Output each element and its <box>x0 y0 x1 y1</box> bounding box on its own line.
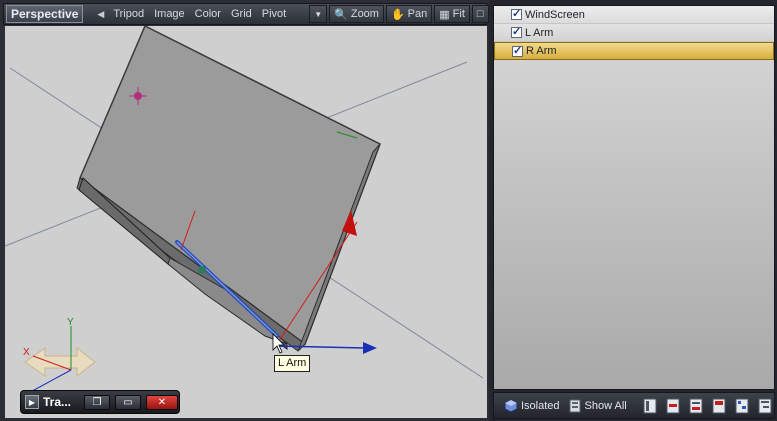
viewport-panel: Perspective ◀ Tripod Image Color Grid Pi… <box>0 0 489 421</box>
menu-pivot[interactable]: Pivot <box>257 4 291 24</box>
z-axis-arrow[interactable] <box>363 342 377 354</box>
fit-label: Fit <box>452 8 465 20</box>
restore-icon: ❐ <box>92 396 102 408</box>
menu-grid[interactable]: Grid <box>226 4 257 24</box>
maximize-icon: ▭ <box>123 396 133 408</box>
gizmo-x-label: X <box>23 347 30 358</box>
z-axis-line <box>276 345 366 349</box>
scene-item-label: L Arm <box>525 26 554 39</box>
isolated-button[interactable]: Isolated <box>504 398 560 413</box>
list-view-icon[interactable] <box>642 398 658 414</box>
hand-icon: ✋ <box>390 8 405 21</box>
menu-dropdown-button[interactable]: ▼ <box>309 5 328 23</box>
scene-svg: Y X <box>5 26 484 397</box>
scene-list-toolbar: Isolated Show All <box>493 392 775 419</box>
collapse-all-icon[interactable] <box>757 398 773 414</box>
zoom-button[interactable]: 🔍 Zoom <box>329 5 384 23</box>
tray-close-button[interactable]: ✕ <box>146 394 178 410</box>
menu-scroll-left-icon[interactable]: ◀ <box>97 9 104 20</box>
fit-frame-icon: ▦ <box>439 8 450 21</box>
view-mode-button[interactable]: Perspective <box>6 5 84 23</box>
tray-maximize-button[interactable]: ▭ <box>115 394 141 410</box>
visibility-checkbox[interactable] <box>511 25 522 38</box>
scene-panel: WindScreen L Arm R Arm Isolated <box>491 0 777 421</box>
object-tooltip: L Arm <box>274 355 311 372</box>
orientation-arrows-icon <box>24 346 96 378</box>
visibility-checkbox[interactable] <box>512 44 523 57</box>
remove-item-icon[interactable] <box>711 398 727 414</box>
pan-button[interactable]: ✋ Pan <box>385 5 433 23</box>
tray-restore-button[interactable]: ❐ <box>84 394 110 410</box>
pivot-marker <box>198 266 206 274</box>
gizmo-y-label: Y <box>67 317 74 328</box>
menu-tripod[interactable]: Tripod <box>108 4 149 24</box>
close-icon: ✕ <box>157 396 167 408</box>
chevron-down-icon: ▼ <box>314 9 323 19</box>
show-all-icon <box>569 399 581 412</box>
scene-item-l-arm[interactable]: L Arm <box>494 24 774 42</box>
move-down-icon[interactable] <box>688 398 704 414</box>
app-window: Perspective ◀ Tripod Image Color Grid Pi… <box>0 0 777 421</box>
tray-window-label: Tra... <box>43 395 72 409</box>
zoom-label: Zoom <box>350 8 379 20</box>
isolated-label: Isolated <box>521 399 560 412</box>
viewport-canvas[interactable]: Y X <box>5 26 487 418</box>
scene-item-label: R Arm <box>526 45 557 57</box>
fit-button[interactable]: ▦ Fit <box>434 5 470 23</box>
minimized-tray-window[interactable]: ▶ Tra... ❐ ▭ ✕ <box>20 390 180 414</box>
scene-item-label: WindScreen <box>525 8 585 21</box>
move-up-icon[interactable] <box>665 398 681 414</box>
scene-object-list[interactable]: WindScreen L Arm R Arm <box>493 5 775 390</box>
scene-item-r-arm[interactable]: R Arm <box>494 42 774 60</box>
pan-label: Pan <box>407 8 428 20</box>
magnifier-icon: 🔍 <box>334 8 348 21</box>
expand-all-icon[interactable] <box>734 398 750 414</box>
menu-color[interactable]: Color <box>190 4 226 24</box>
maximize-viewport-button[interactable]: □ <box>471 5 489 23</box>
tray-window-icon: ▶ <box>25 395 39 409</box>
scene-item-windscreen[interactable]: WindScreen <box>494 6 774 24</box>
maximize-icon: □ <box>476 8 484 20</box>
orientation-gizmo[interactable]: Y X <box>22 317 96 397</box>
show-all-label: Show All <box>584 399 627 412</box>
show-all-button[interactable]: Show All <box>568 399 627 413</box>
viewport-toolbar: Perspective ◀ Tripod Image Color Grid Pi… <box>3 3 489 25</box>
menu-image[interactable]: Image <box>149 4 190 24</box>
isolate-cube-icon <box>504 398 518 413</box>
visibility-checkbox[interactable] <box>511 7 522 20</box>
